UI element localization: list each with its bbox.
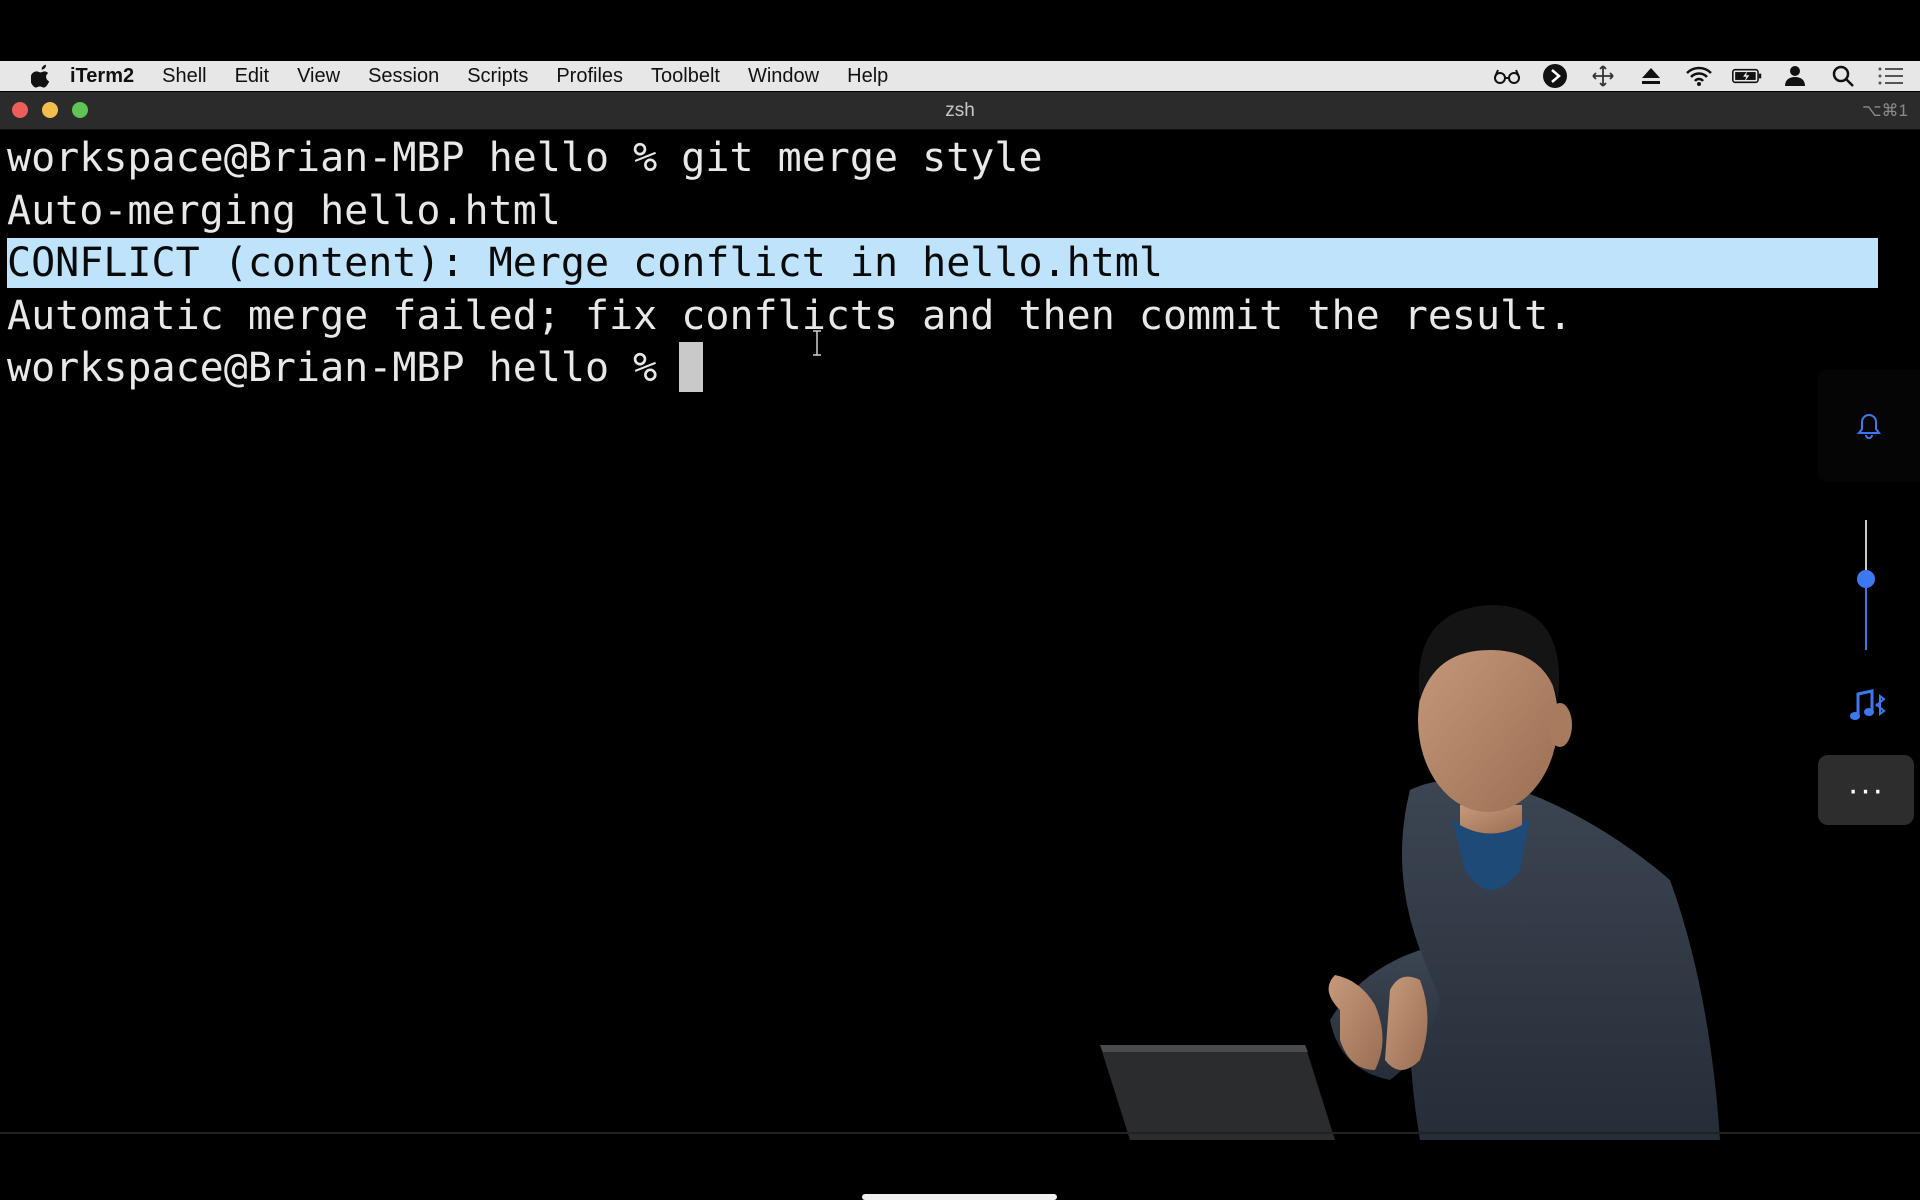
menu-window[interactable]: Window	[748, 65, 819, 88]
menu-app-name[interactable]: iTerm2	[70, 65, 134, 88]
window-titlebar[interactable]: zsh ⌥⌘1	[0, 92, 1920, 130]
menu-profiles[interactable]: Profiles	[556, 65, 623, 88]
presenter-video	[1100, 605, 1720, 1140]
terminal-line: workspace@Brian-MBP hello % git merge st…	[7, 135, 1043, 181]
menubar-status-area	[1492, 61, 1906, 91]
window-bottom-edge	[0, 1132, 1920, 1134]
menu-toolbelt[interactable]: Toolbelt	[651, 65, 720, 88]
play-circle-icon[interactable]	[1540, 61, 1570, 91]
macos-menubar: iTerm2 Shell Edit View Session Scripts P…	[0, 61, 1920, 91]
menu-help[interactable]: Help	[847, 65, 888, 88]
menu-session[interactable]: Session	[368, 65, 439, 88]
menu-edit[interactable]: Edit	[235, 65, 269, 88]
bell-icon[interactable]	[1855, 412, 1883, 440]
apple-icon[interactable]	[30, 64, 52, 88]
user-icon[interactable]	[1780, 61, 1810, 91]
terminal-line-selected: CONFLICT (content): Merge conflict in he…	[7, 240, 1163, 286]
menu-scripts[interactable]: Scripts	[467, 65, 528, 88]
window-title: zsh	[945, 100, 975, 121]
menu-shell[interactable]: Shell	[162, 65, 206, 88]
terminal-prompt: workspace@Brian-MBP hello %	[7, 345, 682, 391]
terminal-line: Automatic merge failed; fix conflicts an…	[7, 293, 1573, 339]
home-indicator	[862, 1194, 1057, 1200]
more-button[interactable]: ···	[1818, 755, 1914, 825]
terminal-line: Auto-merging hello.html	[7, 188, 561, 234]
notification-panel	[1818, 370, 1920, 482]
terminal-cursor	[679, 342, 703, 392]
music-bluetooth-icon[interactable]	[1848, 686, 1892, 726]
search-icon[interactable]	[1828, 61, 1858, 91]
window-shortcut: ⌥⌘1	[1861, 101, 1908, 120]
wifi-icon[interactable]	[1684, 61, 1714, 91]
glasses-icon[interactable]	[1492, 61, 1522, 91]
menu-view[interactable]: View	[297, 65, 340, 88]
battery-charging-icon[interactable]	[1732, 61, 1762, 91]
eject-icon[interactable]	[1636, 61, 1666, 91]
move-icon[interactable]	[1588, 61, 1618, 91]
list-icon[interactable]	[1876, 61, 1906, 91]
ibeam-cursor-icon	[813, 330, 821, 356]
volume-slider-thumb[interactable]	[1857, 570, 1875, 588]
